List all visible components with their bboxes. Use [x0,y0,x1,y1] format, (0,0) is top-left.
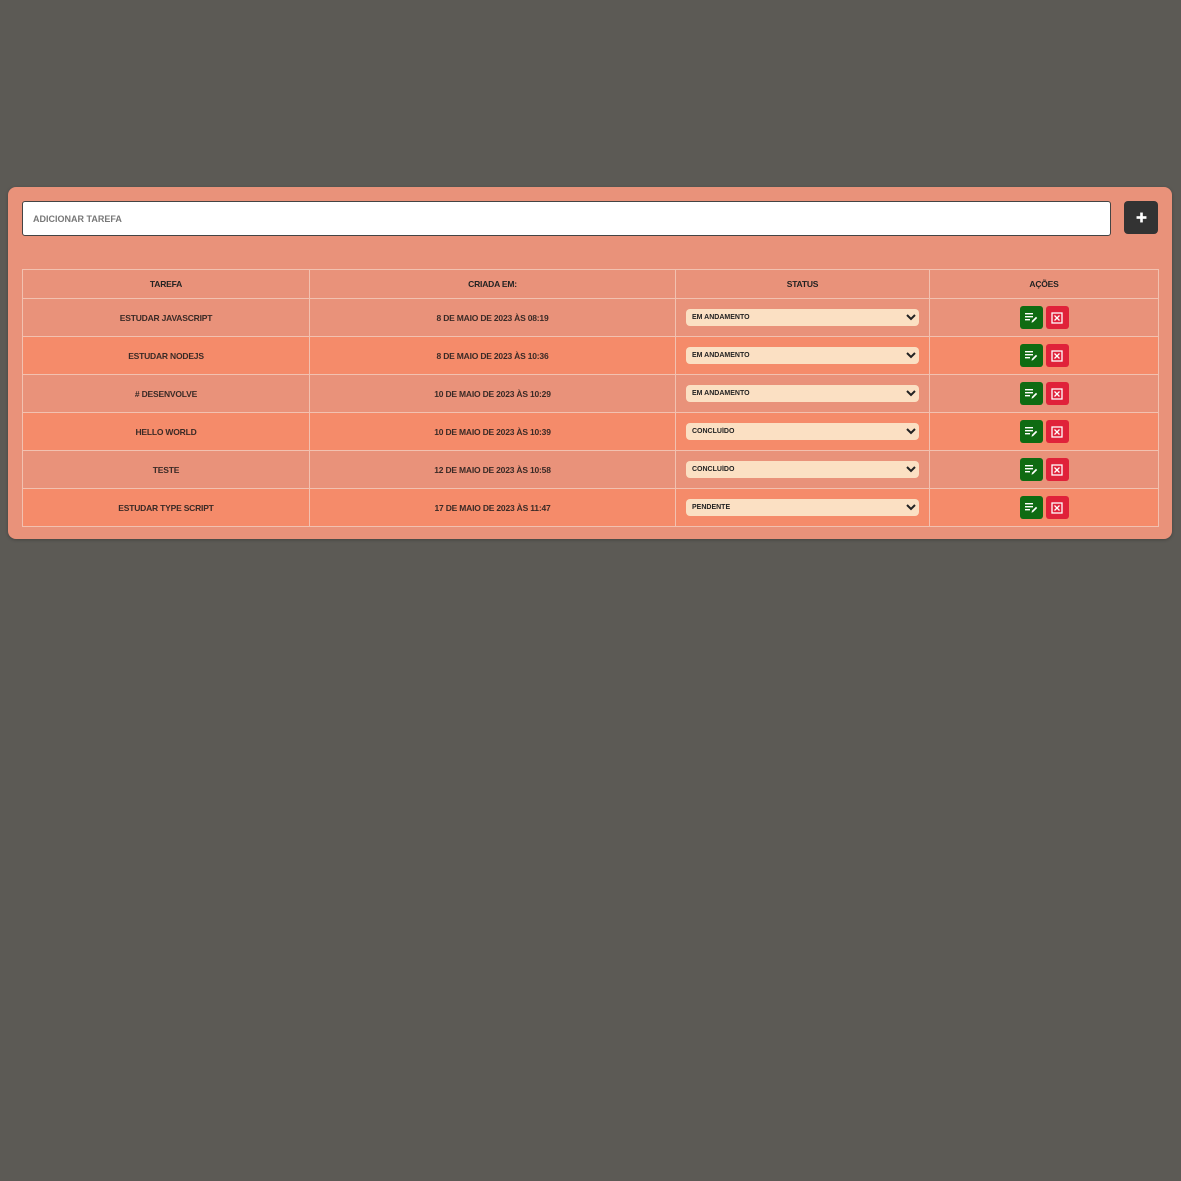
task-actions-cell [929,298,1159,337]
task-name: ESTUDAR TYPE SCRIPT [22,488,310,527]
plus-icon [1136,212,1146,223]
add-task-button[interactable] [1124,201,1158,234]
actions-group [930,420,1158,443]
table-row: HELLO WORLD10 DE MAIO DE 2023 ÀS 10:39 PE… [22,412,1159,451]
status-select[interactable]: PENDENTEEM ANDAMENTOCONCLUÍDO [686,461,919,478]
edit-button[interactable] [1019,382,1043,405]
task-status-cell: PENDENTEEM ANDAMENTOCONCLUÍDO [675,336,930,375]
delete-x-icon [1051,311,1063,324]
edit-list-icon [1025,503,1038,513]
delete-x-icon [1051,501,1063,514]
table-row: ESTUDAR TYPE SCRIPT 17 DE MAIO DE 2023 ÀS… [22,488,1159,527]
status-select[interactable]: PENDENTEEM ANDAMENTOCONCLUÍDO [686,309,919,326]
edit-list-icon [1025,389,1038,399]
delete-button[interactable] [1045,496,1069,519]
status-select[interactable]: PENDENTEEM ANDAMENTOCONCLUÍDO [686,499,919,516]
delete-button[interactable] [1045,458,1069,481]
task-actions-cell [929,488,1159,527]
header-actions: AÇÕES [929,269,1159,299]
tasks-table: TAREFA CRIADA EM: STATUS AÇÕES ESTUDAR J… [22,269,1159,527]
edit-list-icon [1025,465,1038,475]
delete-x-icon [1051,463,1063,476]
delete-button[interactable] [1045,382,1069,405]
delete-button[interactable] [1045,344,1069,367]
status-select[interactable]: PENDENTEEM ANDAMENTOCONCLUÍDO [686,347,919,364]
task-created-date: 10 DE MAIO DE 2023 ÀS 10:29 [309,374,676,413]
status-select[interactable]: PENDENTEEM ANDAMENTOCONCLUÍDO [686,423,919,440]
status-select[interactable]: PENDENTEEM ANDAMENTOCONCLUÍDO [686,385,919,402]
delete-x-icon [1051,425,1063,438]
task-created-date: 17 DE MAIO DE 2023 ÀS 11:47 [309,488,676,527]
table-row: ESTUDAR NODEJS 8 DE MAIO DE 2023 ÀS 10:36… [22,336,1159,375]
task-name: HELLO WORLD [22,412,310,451]
task-created-date: 12 DE MAIO DE 2023 ÀS 10:58 [309,450,676,489]
task-created-date: 8 DE MAIO DE 2023 ÀS 10:36 [309,336,676,375]
edit-list-icon [1025,427,1038,437]
task-actions-cell [929,450,1159,489]
table-row: # DESENVOLVE10 DE MAIO DE 2023 ÀS 10:29 P… [22,374,1159,413]
edit-button[interactable] [1019,420,1043,443]
task-name: ESTUDAR NODEJS [22,336,310,375]
task-name: ESTUDAR JAVASCRIPT [22,298,310,337]
task-actions-cell [929,336,1159,375]
todo-card: TAREFA CRIADA EM: STATUS AÇÕES ESTUDAR J… [8,187,1172,539]
delete-x-icon [1051,387,1063,400]
delete-button[interactable] [1045,420,1069,443]
task-name: # DESENVOLVE [22,374,310,413]
tasks-table-body: ESTUDAR JAVASCRIPT 8 DE MAIO DE 2023 ÀS 0… [22,298,1159,527]
actions-group [930,344,1158,367]
actions-group [930,382,1158,405]
edit-list-icon [1025,351,1038,361]
task-status-cell: PENDENTEEM ANDAMENTOCONCLUÍDO [675,488,930,527]
actions-group [930,496,1158,519]
edit-button[interactable] [1019,344,1043,367]
header-status: STATUS [675,269,930,299]
actions-group [930,458,1158,481]
delete-button[interactable] [1045,306,1069,329]
task-name: TESTE [22,450,310,489]
task-created-date: 8 DE MAIO DE 2023 ÀS 08:19 [309,298,676,337]
edit-button[interactable] [1019,458,1043,481]
table-row: ESTUDAR JAVASCRIPT 8 DE MAIO DE 2023 ÀS 0… [22,298,1159,337]
header-created: CRIADA EM: [309,269,676,299]
task-created-date: 10 DE MAIO DE 2023 ÀS 10:39 [309,412,676,451]
edit-button[interactable] [1019,496,1043,519]
add-task-input[interactable] [22,201,1111,236]
table-header-row: TAREFA CRIADA EM: STATUS AÇÕES [22,269,1159,299]
edit-button[interactable] [1019,306,1043,329]
task-status-cell: PENDENTEEM ANDAMENTOCONCLUÍDO [675,412,930,451]
task-actions-cell [929,412,1159,451]
delete-x-icon [1051,349,1063,362]
task-actions-cell [929,374,1159,413]
task-status-cell: PENDENTEEM ANDAMENTOCONCLUÍDO [675,374,930,413]
edit-list-icon [1025,313,1038,323]
header-task: TAREFA [22,269,310,299]
table-row: TESTE12 DE MAIO DE 2023 ÀS 10:58 PENDENTE… [22,450,1159,489]
task-status-cell: PENDENTEEM ANDAMENTOCONCLUÍDO [675,450,930,489]
actions-group [930,306,1158,329]
task-status-cell: PENDENTEEM ANDAMENTOCONCLUÍDO [675,298,930,337]
